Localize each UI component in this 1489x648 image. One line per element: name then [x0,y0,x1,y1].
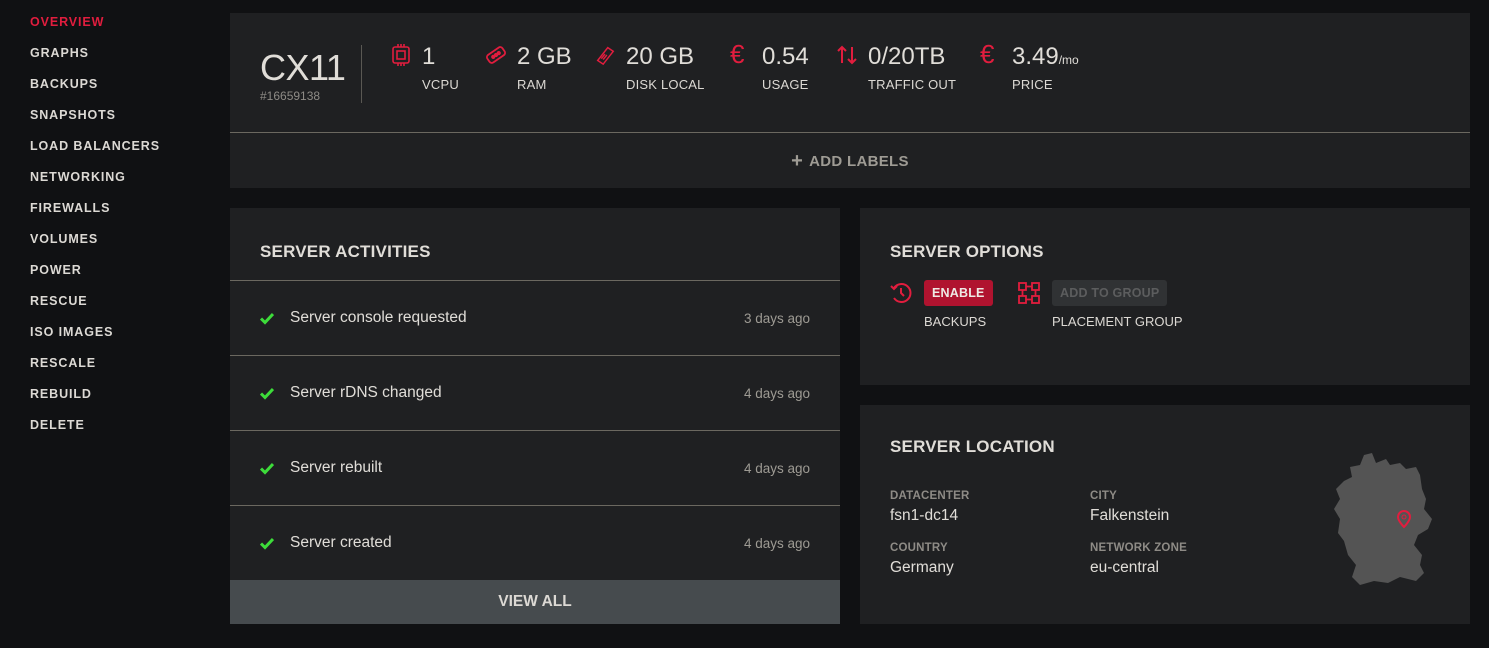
spec-label: USAGE [762,77,809,92]
spec-value: 1 [422,43,436,70]
activities-list: Server console requested 3 days ago Serv… [230,280,840,580]
location-title: SERVER LOCATION [890,437,1055,456]
ram-icon [486,46,506,64]
traffic-arrows-icon [837,45,857,65]
add-labels-button[interactable]: + ADD LABELS [230,134,1470,188]
euro-icon: € [730,39,745,69]
activity-row: Server created 4 days ago [230,505,840,580]
placement-group-label: PLACEMENT GROUP [1052,314,1183,329]
backups-label: BACKUPS [924,314,987,329]
field-label: DATACENTER [890,490,970,502]
price-value: 3.49 [1012,43,1059,70]
sidebar-item-backups[interactable]: BACKUPS [0,76,230,107]
server-location-card: SERVER LOCATION DATACENTER fsn1-dc14 CIT… [860,405,1470,624]
activities-title: SERVER ACTIVITIES [260,242,431,261]
enable-backups-button[interactable]: ENABLE [924,280,993,306]
sidebar-item-rescale[interactable]: RESCALE [0,355,230,386]
field-value: Falkenstein [1090,507,1170,524]
placement-group-icon [1018,282,1040,304]
options-title: SERVER OPTIONS [890,242,1044,261]
field-value: Germany [890,559,954,576]
server-options-card: SERVER OPTIONS ENABLE BACKUPS ADD TO GRO… [860,208,1470,385]
spec-label: TRAFFIC OUT [868,77,957,92]
backup-history-icon [890,283,912,303]
add-labels-label: ADD LABELS [809,152,909,170]
check-icon [260,537,274,550]
activity-time: 3 days ago [743,311,810,326]
sidebar-item-rescue[interactable]: RESCUE [0,293,230,324]
sidebar-nav: OVERVIEW GRAPHS BACKUPS SNAPSHOTS LOAD B… [0,0,230,448]
server-id: #16659138 [260,89,321,103]
sidebar-item-iso-images[interactable]: ISO IMAGES [0,324,230,355]
view-all-button[interactable]: VIEW ALL [230,580,840,624]
field-label: COUNTRY [890,542,948,554]
cpu-icon [392,44,410,66]
server-name: CX11 [260,47,346,88]
spec-value: 0/20TB [868,43,946,70]
euro-icon: € [980,39,995,69]
sidebar-item-graphs[interactable]: GRAPHS [0,45,230,76]
spec-value: 20 GB [626,43,695,70]
activity-text: Server console requested [290,309,467,326]
spec-label: VCPU [422,77,459,92]
spec-value: 0.54 [762,43,809,70]
sidebar-item-volumes[interactable]: VOLUMES [0,231,230,262]
activity-text: Server created [290,534,392,551]
field-label: NETWORK ZONE [1090,542,1187,554]
sidebar-item-firewalls[interactable]: FIREWALLS [0,200,230,231]
activity-time: 4 days ago [743,461,810,476]
disk-icon [596,46,615,66]
activity-text: Server rebuilt [290,459,383,476]
country-field: COUNTRY Germany [890,542,954,577]
price-suffix: /mo [1058,53,1079,67]
add-to-group-button[interactable]: ADD TO GROUP [1052,280,1168,306]
sidebar-item-power[interactable]: POWER [0,262,230,293]
sidebar-item-networking[interactable]: NETWORKING [0,169,230,200]
activity-row: Server console requested 3 days ago [230,280,840,355]
sidebar-item-overview[interactable]: OVERVIEW [0,14,230,45]
spec-label: RAM [517,77,547,92]
spec-label: DISK LOCAL [626,77,705,92]
plus-icon: + [791,149,804,172]
germany-map [1334,453,1432,585]
check-icon [260,387,274,400]
spec-value: 2 GB [517,43,572,70]
divider [361,45,362,103]
network-zone-field: NETWORK ZONE eu-central [1090,542,1187,577]
activity-time: 4 days ago [743,386,810,401]
city-field: CITY Falkenstein [1090,490,1169,525]
server-specs: CX11 #16659138 1 VCPU 2 GB RAM 20 GB DIS [230,13,1470,133]
activity-time: 4 days ago [743,536,810,551]
server-summary-card: CX11 #16659138 1 VCPU 2 GB RAM 20 GB DIS [230,13,1470,188]
germany-shape [1334,453,1432,585]
activity-row: Server rDNS changed 4 days ago [230,355,840,430]
check-icon [260,462,274,475]
sidebar-item-snapshots[interactable]: SNAPSHOTS [0,107,230,138]
sidebar-item-load-balancers[interactable]: LOAD BALANCERS [0,138,230,169]
field-value: eu-central [1090,559,1159,576]
spec-value: 3.49/mo [1012,43,1079,71]
sidebar-item-delete[interactable]: DELETE [0,417,230,448]
spec-label: PRICE [1012,77,1053,92]
sidebar-item-rebuild[interactable]: REBUILD [0,386,230,417]
check-icon [260,312,274,325]
field-label: CITY [1090,490,1117,502]
server-activities-card: SERVER ACTIVITIES Server console request… [230,208,840,624]
activity-row: Server rebuilt 4 days ago [230,430,840,505]
field-value: fsn1-dc14 [890,507,959,524]
datacenter-field: DATACENTER fsn1-dc14 [890,490,970,525]
activity-text: Server rDNS changed [290,384,442,401]
